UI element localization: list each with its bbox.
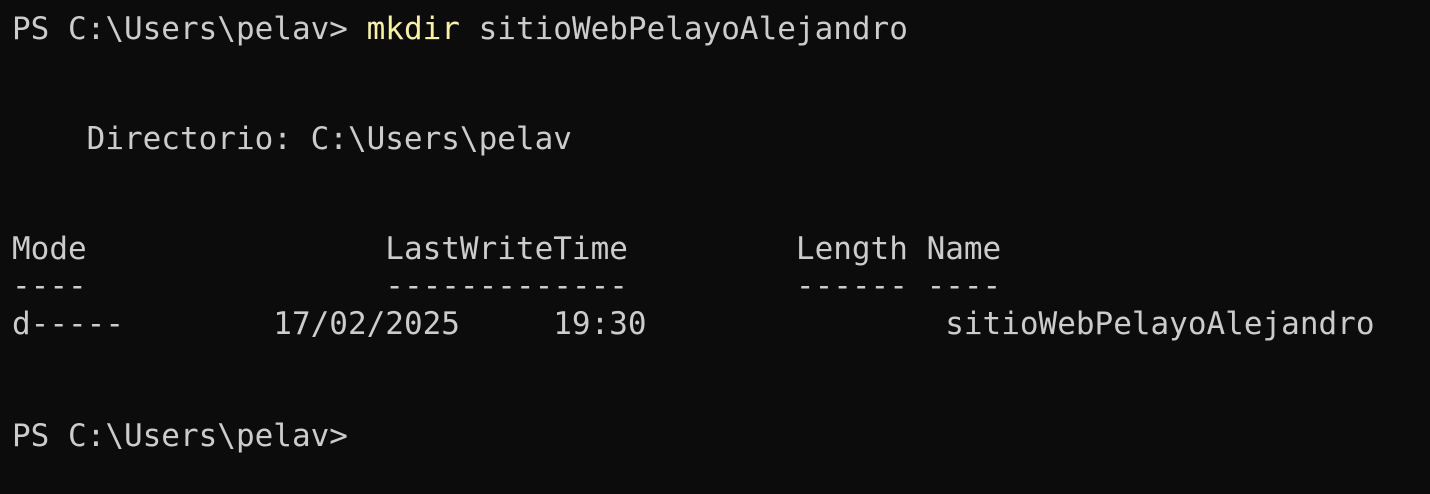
table-row: d----- 17/02/2025 19:30 sitioWebPelayoAl…	[12, 306, 1374, 342]
separator-lastwritetime: -------------	[385, 268, 628, 304]
powershell-terminal[interactable]: PS C:\Users\pelav> mkdir sitioWebPelayoA…	[0, 0, 1430, 494]
table-separator: ---- ------------- ------ ----	[12, 268, 1001, 304]
command-name: mkdir	[366, 11, 460, 47]
column-lastwritetime: LastWriteTime	[385, 231, 628, 267]
directory-line: Directorio: C:\Users\pelav	[12, 121, 572, 157]
separator-name: ----	[926, 268, 1002, 304]
command-argument: sitioWebPelayoAlejandro	[478, 11, 908, 47]
row-mode: d-----	[12, 306, 124, 342]
column-name: Name	[926, 231, 1002, 267]
row-name: sitioWebPelayoAlejandro	[945, 306, 1375, 342]
row-date: 17/02/2025	[273, 306, 460, 342]
directory-label: Directorio: C:\Users\pelav	[86, 121, 572, 157]
separator-mode: ----	[12, 268, 87, 304]
command-line: PS C:\Users\pelav> mkdir sitioWebPelayoA…	[12, 11, 908, 47]
prompt: PS C:\Users\pelav>	[12, 11, 348, 47]
separator-length: ------	[795, 268, 908, 304]
cursor[interactable]	[348, 416, 366, 446]
table-header: Mode LastWriteTime Length Name	[12, 231, 1001, 267]
column-mode: Mode	[12, 231, 87, 267]
row-time: 19:30	[553, 306, 647, 342]
column-length: Length	[795, 231, 908, 267]
final-prompt: PS C:\Users\pelav>	[12, 418, 348, 454]
final-prompt-line[interactable]: PS C:\Users\pelav>	[12, 416, 366, 454]
